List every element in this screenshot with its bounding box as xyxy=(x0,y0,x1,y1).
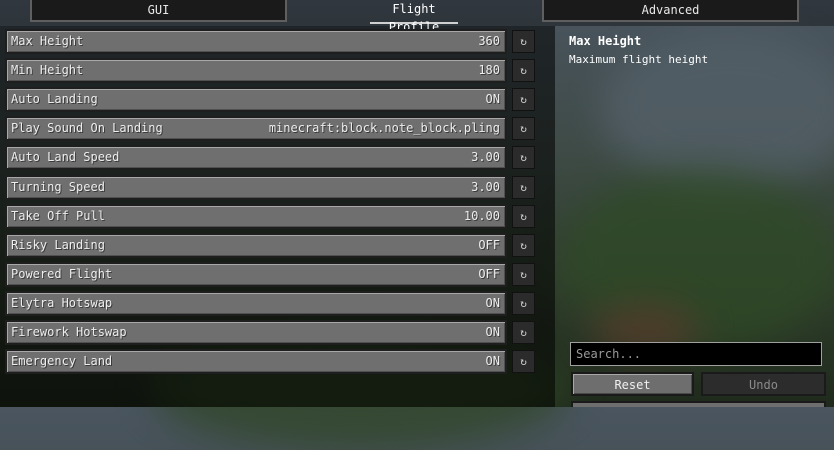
option-button[interactable]: Take Off Pull 10.00 xyxy=(5,203,507,229)
option-row: Emergency Land ON ↻ xyxy=(5,349,535,375)
option-label: Turning Speed xyxy=(11,179,105,194)
reset-option-icon[interactable]: ↻ xyxy=(512,117,535,141)
option-value: 180 xyxy=(478,63,500,78)
option-value: 10.00 xyxy=(463,208,500,223)
option-value: ON xyxy=(485,92,500,107)
description-text: Maximum flight height xyxy=(569,53,709,66)
option-value: OFF xyxy=(478,266,500,281)
option-row: Max Height 360 ↻ xyxy=(5,29,535,54)
option-row: Powered Flight OFF ↻ xyxy=(5,261,535,287)
option-button[interactable]: Min Height 180 xyxy=(5,58,507,84)
option-button[interactable]: Auto Landing ON xyxy=(5,87,507,113)
search-input[interactable]: Search... xyxy=(570,342,822,366)
option-value: minecraft:block.note_block.pling xyxy=(268,121,500,136)
option-button[interactable]: Play Sound On Landing minecraft:block.not… xyxy=(5,116,507,142)
option-value: OFF xyxy=(478,237,500,252)
option-row: Play Sound On Landing minecraft:block.not… xyxy=(5,116,535,142)
option-button[interactable]: Emergency Land ON xyxy=(5,349,507,375)
option-button[interactable]: Risky Landing OFF xyxy=(5,232,507,258)
reset-option-icon[interactable]: ↻ xyxy=(512,321,535,344)
option-button[interactable]: Powered Flight OFF xyxy=(5,261,507,287)
option-label: Take Off Pull xyxy=(11,208,105,223)
reset-option-icon[interactable]: ↻ xyxy=(512,175,535,199)
reset-option-icon[interactable]: ↻ xyxy=(512,204,535,228)
description-title: Max Height xyxy=(569,34,642,48)
undo-button[interactable]: Undo xyxy=(701,372,826,396)
option-value: 3.00 xyxy=(471,150,500,165)
option-label: Firework Hotswap xyxy=(11,325,127,339)
option-label: Max Height xyxy=(11,34,84,48)
option-row: Turning Speed 3.00 ↻ xyxy=(5,174,535,200)
option-row: Take Off Pull 10.00 ↻ xyxy=(5,203,535,229)
tab-advanced[interactable]: Advanced xyxy=(542,0,799,22)
option-label: Auto Landing xyxy=(11,92,98,107)
option-row: Auto Landing ON ↻ xyxy=(5,87,535,113)
reset-option-icon[interactable]: ↻ xyxy=(512,262,535,286)
option-label: Elytra Hotswap xyxy=(11,295,113,310)
option-button[interactable]: Firework Hotswap ON xyxy=(5,320,507,345)
tab-flight-profile[interactable]: Flight Profile xyxy=(370,0,458,34)
bottom-button[interactable] xyxy=(571,401,826,407)
option-row: Auto Land Speed 3.00 ↻ xyxy=(5,145,535,171)
reset-option-icon[interactable]: ↻ xyxy=(512,88,535,112)
option-label: Emergency Land xyxy=(11,354,113,369)
option-value: ON xyxy=(485,354,500,369)
reset-option-icon[interactable]: ↻ xyxy=(512,233,535,257)
reset-option-icon[interactable]: ↻ xyxy=(512,30,535,53)
tab-gui[interactable]: GUI xyxy=(30,0,287,22)
option-button[interactable]: Max Height 360 xyxy=(5,29,507,54)
option-label: Play Sound On Landing xyxy=(11,121,163,136)
option-label: Auto Land Speed xyxy=(11,150,120,165)
option-value: 3.00 xyxy=(471,179,500,194)
reset-option-icon[interactable]: ↻ xyxy=(512,59,535,83)
option-value: 360 xyxy=(478,34,500,48)
option-label: Min Height xyxy=(11,63,84,78)
reset-option-icon[interactable]: ↻ xyxy=(512,291,535,315)
reset-option-icon[interactable]: ↻ xyxy=(512,146,535,170)
reset-button[interactable]: Reset xyxy=(571,372,694,396)
option-row: Min Height 180 ↻ xyxy=(5,58,535,84)
option-label: Powered Flight xyxy=(11,266,113,281)
option-value: ON xyxy=(485,295,500,310)
option-label: Risky Landing xyxy=(11,237,105,252)
option-value: ON xyxy=(485,325,500,339)
option-button[interactable]: Turning Speed 3.00 xyxy=(5,174,507,200)
option-button[interactable]: Elytra Hotswap ON xyxy=(5,290,507,316)
option-button[interactable]: Auto Land Speed 3.00 xyxy=(5,145,507,171)
option-row: Firework Hotswap ON ↻ xyxy=(5,320,535,345)
option-row: Risky Landing OFF ↻ xyxy=(5,232,535,258)
option-row: Elytra Hotswap ON ↻ xyxy=(5,290,535,316)
reset-option-icon[interactable]: ↻ xyxy=(512,350,535,374)
